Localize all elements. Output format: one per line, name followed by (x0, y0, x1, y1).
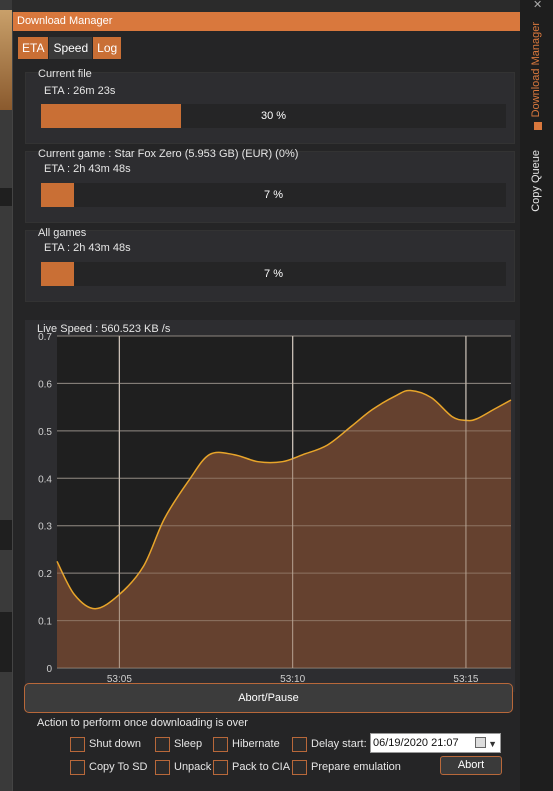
current-file-progress-bar: 30 % (41, 104, 506, 128)
tab-speed[interactable]: Speed (49, 37, 93, 59)
shut-down-label: Shut down (89, 738, 141, 750)
tab-log[interactable]: Log (93, 37, 122, 59)
y-tick-label: 0.6 (38, 379, 52, 390)
copy-to-sd-checkbox[interactable] (70, 759, 85, 775)
y-tick-label: 0.5 (38, 427, 52, 438)
background-band (0, 612, 12, 672)
chevron-down-icon[interactable]: ▼ (488, 735, 497, 753)
all-games-progress-bar: 7 % (41, 262, 506, 286)
current-game-title: Current game : Star Fox Zero (5.953 GB) … (38, 148, 299, 160)
current-file-eta: ETA : 26m 23s (44, 85, 116, 97)
download-manager-side-tab[interactable]: Download Manager (530, 22, 542, 117)
y-tick-label: 0.4 (38, 474, 52, 485)
abort-button[interactable]: Abort (440, 756, 502, 775)
unpack-option[interactable]: Unpack (155, 759, 211, 775)
current-file-panel: Current file ETA : 26m 23s 30 % (25, 68, 515, 144)
background-thumbnail (0, 10, 12, 110)
current-game-panel: Current game : Star Fox Zero (5.953 GB) … (25, 148, 515, 223)
speed-chart-svg: 00.10.20.30.40.50.60.753:05 53:10 53:15 (38, 332, 512, 685)
download-manager-window: Download Manager ETA Speed Log Current f… (12, 12, 521, 791)
progress-label: 7 % (264, 268, 283, 280)
hibernate-option[interactable]: Hibernate (213, 736, 280, 752)
hibernate-checkbox[interactable] (213, 736, 228, 752)
y-tick-label: 0.3 (38, 522, 52, 533)
window-title: Download Manager (13, 12, 521, 31)
abort-pause-button[interactable]: Abort/Pause (24, 683, 513, 713)
prepare-emulation-option[interactable]: Prepare emulation (292, 759, 401, 775)
current-file-title: Current file (38, 68, 92, 80)
pack-to-cia-label: Pack to CIA (232, 761, 291, 773)
sleep-checkbox[interactable] (155, 736, 170, 752)
y-tick-label: 0 (46, 664, 52, 675)
download-manager-icon (534, 122, 542, 130)
unpack-label: Unpack (174, 761, 212, 773)
prepare-emulation-label: Prepare emulation (311, 761, 401, 773)
delay-start-checkbox[interactable] (292, 736, 307, 752)
pack-to-cia-checkbox[interactable] (213, 759, 228, 775)
sleep-label: Sleep (174, 738, 203, 750)
copy-to-sd-option[interactable]: Copy To SD (70, 759, 148, 775)
close-icon[interactable]: ✕ (533, 0, 542, 11)
live-speed-label: Live Speed : 560.523 KB /s (37, 323, 171, 335)
progress-label: 30 % (260, 110, 287, 122)
unpack-checkbox[interactable] (155, 759, 170, 775)
tab-eta[interactable]: ETA (18, 37, 49, 59)
live-speed-chart: 0 0.1 0.2 0.3 0.4 0.5 0.6 0.7 53:05 53:10 53:15 Li… (25, 320, 515, 692)
sleep-option[interactable]: Sleep (155, 736, 202, 752)
all-games-eta: ETA : 2h 43m 48s (44, 242, 131, 254)
shut-down-option[interactable]: Shut down (70, 736, 141, 752)
delay-start-datetime[interactable]: 06/19/2020 21:07 ▼ (370, 733, 501, 753)
prepare-emulation-checkbox[interactable] (292, 759, 307, 775)
pack-to-cia-option[interactable]: Pack to CIA (213, 759, 290, 775)
delay-start-value: 06/19/2020 21:07 (373, 737, 459, 749)
all-games-title: All games (38, 227, 87, 239)
shut-down-checkbox[interactable] (70, 736, 85, 752)
side-panel: Download Manager Copy Queue (520, 0, 553, 791)
action-title: Action to perform once downloading is ov… (37, 717, 248, 729)
copy-queue-side-tab[interactable]: Copy Queue (530, 150, 542, 212)
calendar-icon[interactable] (475, 737, 486, 748)
current-game-progress-bar: 7 % (41, 183, 506, 207)
delay-start-label: Delay start: (311, 738, 367, 750)
background-band (0, 520, 12, 550)
background-band (0, 188, 12, 206)
all-games-panel: All games ETA : 2h 43m 48s 7 % (25, 227, 515, 302)
delay-start-option[interactable]: Delay start: (292, 736, 367, 752)
hibernate-label: Hibernate (232, 738, 280, 750)
current-game-eta: ETA : 2h 43m 48s (44, 163, 131, 175)
copy-to-sd-label: Copy To SD (89, 761, 148, 773)
tab-bar: ETA Speed Log (18, 37, 122, 59)
progress-label: 7 % (264, 189, 283, 201)
y-tick-label: 0.2 (38, 569, 52, 580)
background-app (0, 0, 12, 791)
y-tick-label: 0.1 (38, 617, 52, 628)
